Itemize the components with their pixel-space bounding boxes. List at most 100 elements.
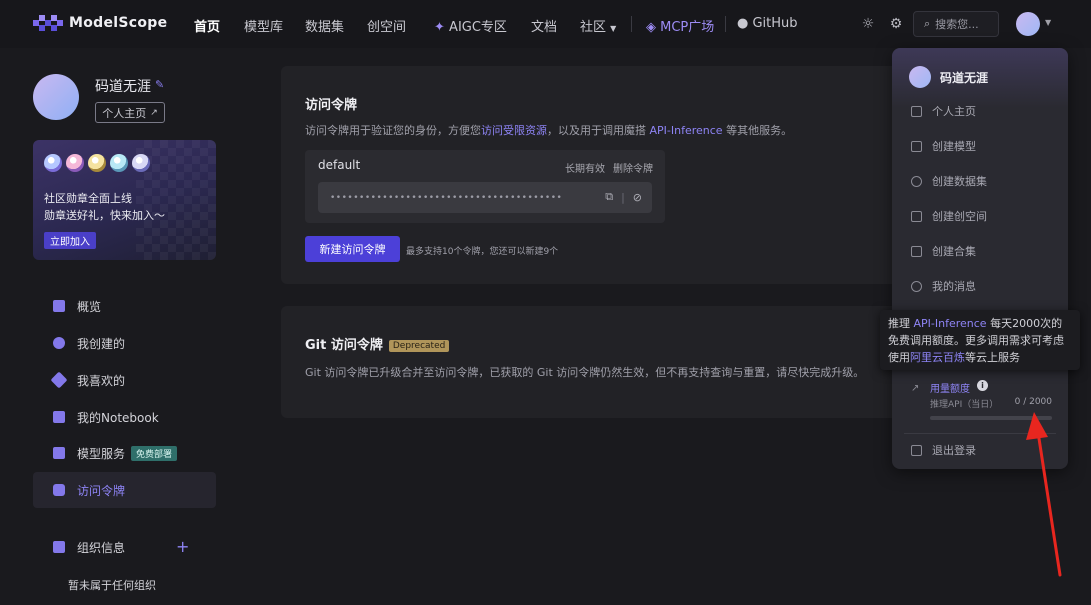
logout-label: 退出登录 bbox=[932, 444, 976, 457]
banner-subline: 勋章送好礼，快来加入～ bbox=[44, 209, 165, 222]
menu-item-create-studio[interactable]: 创建创空间 bbox=[911, 207, 987, 225]
personal-homepage-label: 个人主页 bbox=[102, 107, 147, 120]
sidebar-item-access-token[interactable]: 访问令牌 bbox=[33, 472, 216, 508]
menu-item-create-model[interactable]: 创建模型 bbox=[911, 137, 976, 155]
create-icon bbox=[53, 337, 65, 349]
copy-icon[interactable]: ⧉ bbox=[605, 190, 613, 204]
usage-count: 0 / 2000 bbox=[1014, 397, 1052, 407]
chevron-down-icon: ▼ bbox=[610, 24, 617, 33]
desc-text: 访问令牌用于验证您的身份，方便您 bbox=[305, 124, 481, 137]
tool-divider: | bbox=[621, 190, 625, 204]
sidebar-item-label: 我喜欢的 bbox=[77, 373, 126, 388]
nav-github-label: GitHub bbox=[752, 16, 798, 31]
sidebar-item-created[interactable]: 我创建的 bbox=[33, 325, 216, 361]
git-token-description: Git 访问令牌已升级合并至访问令牌，已获取的 Git 访问令牌仍然生效，但不再… bbox=[305, 366, 865, 379]
free-deploy-tag: 免费部署 bbox=[131, 445, 178, 461]
search-box[interactable]: ⌕ bbox=[913, 11, 999, 37]
chevron-down-icon[interactable]: ▼ bbox=[1045, 18, 1051, 27]
nav-datasets[interactable]: 数据集 bbox=[305, 16, 344, 35]
personal-homepage-button[interactable]: 个人主页 ↗ bbox=[95, 102, 165, 123]
arrow-shaft bbox=[1036, 430, 1062, 577]
logo-text: ModelScope bbox=[69, 15, 168, 31]
desc-text: ，以及用于调用魔搭 bbox=[547, 124, 650, 137]
user-dropdown-menu: 码道无涯 个人主页 创建模型 创建数据集 创建创空间 创建合集 我的消息 ↗ 用… bbox=[892, 48, 1068, 469]
menu-item-create-collection[interactable]: 创建合集 bbox=[911, 242, 976, 260]
user-avatar[interactable] bbox=[1016, 12, 1040, 36]
cube-icon bbox=[53, 447, 65, 459]
profile-avatar[interactable] bbox=[33, 74, 79, 120]
sidebar-item-notebook[interactable]: 我的Notebook bbox=[33, 399, 216, 435]
chart-icon: ↗ bbox=[911, 383, 920, 394]
tooltip-api-link[interactable]: API-Inference bbox=[914, 317, 987, 330]
token-icon bbox=[53, 484, 65, 496]
logo-mark-icon bbox=[33, 15, 63, 31]
token-value-field: ••••••••••••••••••••••••••••••••••••••••… bbox=[318, 182, 652, 213]
eye-off-icon[interactable]: ⊘ bbox=[633, 191, 642, 204]
sidebar-item-model-service[interactable]: 模型服务 免费部署 bbox=[33, 435, 216, 471]
delete-token-link[interactable]: 删除令牌 bbox=[613, 160, 653, 175]
collection-icon bbox=[911, 245, 922, 257]
search-input[interactable] bbox=[935, 17, 992, 31]
logout-button[interactable]: 退出登录 bbox=[911, 442, 976, 458]
badge-row bbox=[44, 154, 150, 172]
menu-item-label: 创建模型 bbox=[932, 140, 976, 153]
token-meta: 长期有效 删除令牌 bbox=[565, 160, 653, 175]
nav-models[interactable]: 模型库 bbox=[244, 16, 283, 35]
nav-studios[interactable]: 创空间 bbox=[367, 16, 406, 35]
usage-quota-label[interactable]: 用量额度 bbox=[930, 380, 970, 395]
sidebar-item-liked[interactable]: 我喜欢的 bbox=[33, 362, 216, 398]
nav-mcp-label: MCP广场 bbox=[660, 20, 715, 35]
badge-icon bbox=[110, 154, 128, 172]
sidebar-item-overview[interactable]: 概览 bbox=[33, 288, 216, 324]
logout-icon bbox=[911, 444, 922, 456]
bell-icon bbox=[911, 280, 922, 292]
add-org-icon[interactable]: + bbox=[176, 537, 189, 556]
menu-item-messages[interactable]: 我的消息 bbox=[911, 277, 976, 295]
menu-item-create-dataset[interactable]: 创建数据集 bbox=[911, 172, 987, 190]
menu-item-label: 个人主页 bbox=[932, 105, 976, 118]
usage-tooltip: 推理 API-Inference 每天2000次的免费调用额度。更多调用需求可考… bbox=[880, 310, 1080, 370]
api-inference-link[interactable]: API-Inference bbox=[650, 124, 723, 137]
nav-docs[interactable]: 文档 bbox=[531, 16, 557, 35]
nav-mcp[interactable]: ◈ MCP广场 bbox=[646, 16, 714, 35]
token-masked-value: •••••••••••••••••••••••••••••••••••••••• bbox=[330, 192, 563, 203]
top-navbar: ModelScope 首页 模型库 数据集 创空间 ✦ AIGC专区 文档 社区… bbox=[0, 0, 1091, 48]
org-info-title: 组织信息 bbox=[77, 540, 126, 555]
badge-banner: 社区勋章全面上线 勋章送好礼，快来加入～ 立即加入 bbox=[33, 140, 216, 260]
tooltip-bailian-link[interactable]: 阿里云百炼 bbox=[910, 351, 965, 364]
nav-github[interactable]: ● GitHub bbox=[737, 16, 798, 31]
new-access-token-button[interactable]: 新建访问令牌 bbox=[305, 236, 400, 262]
banner-headline: 社区勋章全面上线 bbox=[44, 192, 132, 205]
badge-icon bbox=[44, 154, 62, 172]
usage-subtitle: 推理API（当日） bbox=[930, 400, 999, 410]
notebook-icon bbox=[53, 411, 65, 423]
access-token-title: 访问令牌 bbox=[305, 98, 358, 113]
dataset-icon bbox=[911, 175, 922, 187]
menu-item-label: 创建合集 bbox=[932, 245, 976, 258]
nav-home[interactable]: 首页 bbox=[194, 16, 220, 35]
nav-aigc-label: AIGC专区 bbox=[449, 20, 507, 35]
edit-icon[interactable]: ✎ bbox=[155, 78, 164, 91]
org-icon bbox=[53, 541, 65, 553]
tooltip-text: 推理 bbox=[888, 317, 914, 330]
sparkle-icon: ✦ bbox=[434, 20, 445, 35]
dropdown-avatar bbox=[909, 66, 931, 88]
join-now-button[interactable]: 立即加入 bbox=[44, 232, 96, 249]
language-icon[interactable]: ⚙ bbox=[886, 14, 906, 34]
theme-toggle-icon[interactable]: ☼ bbox=[858, 14, 878, 34]
menu-item-homepage[interactable]: 个人主页 bbox=[911, 102, 976, 120]
deprecated-tag: Deprecated bbox=[388, 340, 450, 352]
access-token-card: 访问令牌 访问令牌用于验证您的身份，方便您访问受限资源，以及用于调用魔搭 API… bbox=[281, 66, 921, 284]
info-icon[interactable]: i bbox=[977, 380, 988, 391]
like-icon bbox=[50, 371, 68, 389]
home-icon bbox=[911, 105, 922, 117]
search-icon: ⌕ bbox=[924, 17, 931, 30]
badge-icon bbox=[132, 154, 150, 172]
nav-community[interactable]: 社区 ▼ bbox=[580, 16, 616, 35]
profile-name: 码道无涯 bbox=[95, 79, 151, 95]
desc-text: 等其他服务。 bbox=[722, 124, 793, 137]
modelscope-logo[interactable]: ModelScope bbox=[33, 15, 167, 31]
git-token-title: Git 访问令牌 bbox=[305, 338, 383, 353]
restricted-resource-link[interactable]: 访问受限资源 bbox=[481, 124, 547, 137]
nav-aigc[interactable]: ✦ AIGC专区 bbox=[434, 16, 507, 35]
